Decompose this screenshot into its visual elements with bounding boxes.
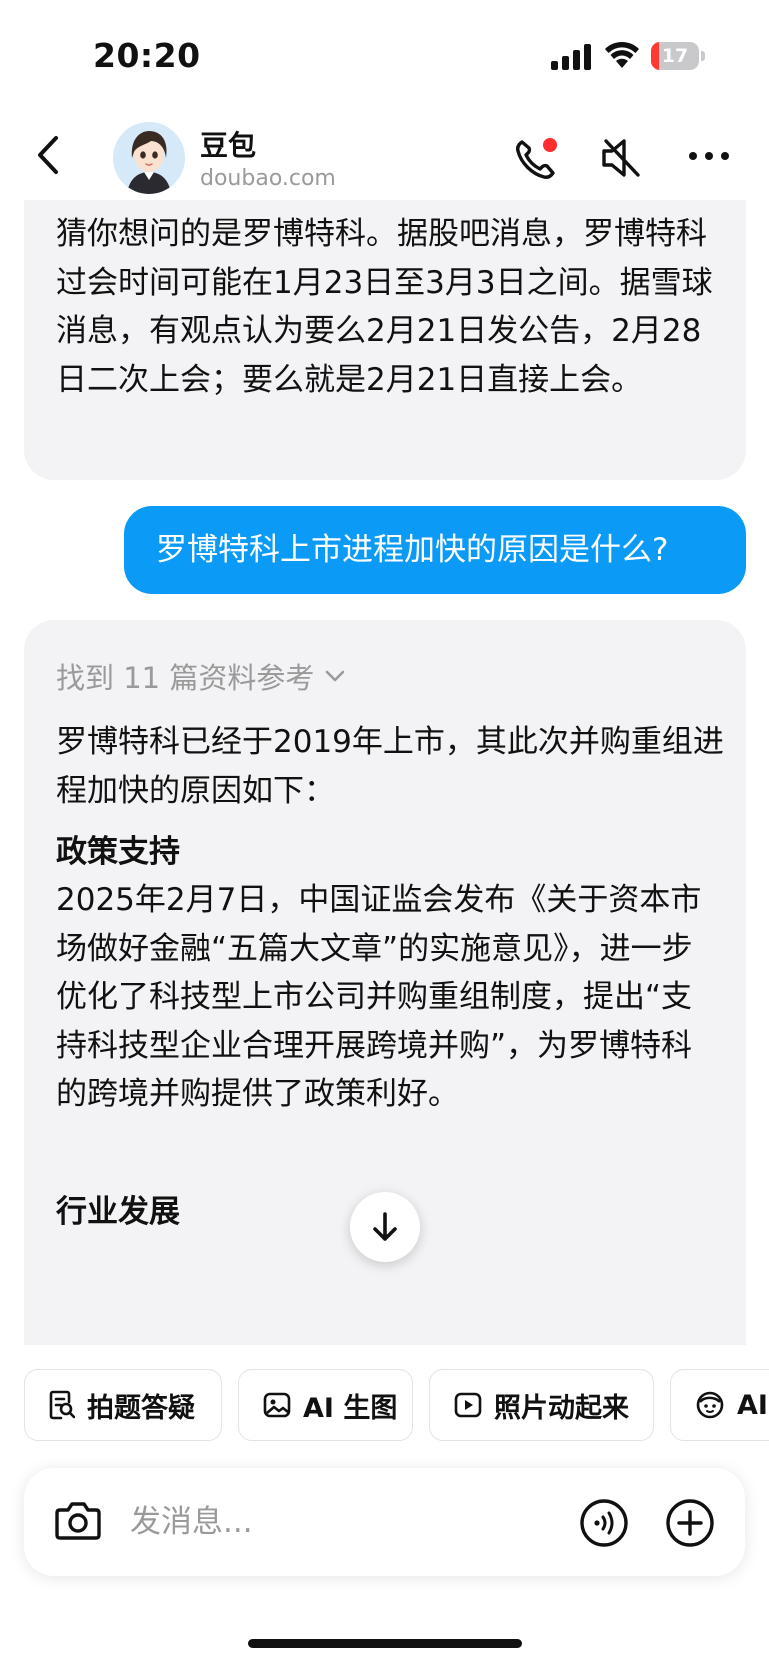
back-icon[interactable] bbox=[30, 132, 66, 178]
message-input[interactable]: 发消息... bbox=[130, 1468, 253, 1576]
scroll-to-bottom-button[interactable] bbox=[350, 1192, 420, 1262]
avatar-girl-icon bbox=[113, 122, 185, 194]
arrow-down-icon bbox=[373, 1212, 397, 1241]
image-icon bbox=[263, 1392, 291, 1418]
quick-actions-bar[interactable]: 拍题答疑 AI 生图 照片动起来 AI bbox=[0, 1345, 769, 1445]
face-icon bbox=[696, 1391, 724, 1419]
bot-name: 豆包 bbox=[200, 129, 257, 162]
references-label: 找到 11 篇资料参考 bbox=[56, 661, 315, 695]
user-message-bubble: 罗博特科上市进程加快的原因是什么? bbox=[124, 506, 746, 594]
bot-message-text: 猜你想问的是罗博特科。据股吧消息，罗博特科过会时间可能在1月23日至3月3日之间… bbox=[56, 216, 713, 398]
add-icon[interactable] bbox=[665, 1498, 715, 1548]
quick-action-animate-photo[interactable]: 照片动起来 bbox=[429, 1369, 654, 1441]
call-notification-dot bbox=[543, 138, 557, 152]
avatar[interactable] bbox=[113, 122, 185, 194]
answer-intro: 罗博特科已经于2019年上市，其此次并购重组进程加快的原因如下： bbox=[56, 724, 724, 809]
references-toggle[interactable]: 找到 11 篇资料参考 bbox=[56, 656, 346, 696]
play-icon bbox=[454, 1392, 482, 1418]
quick-action-label: 拍题答疑 bbox=[87, 1392, 195, 1424]
battery-indicator: 17 bbox=[651, 42, 705, 70]
wifi-icon bbox=[605, 41, 639, 68]
quick-action-label: 照片动起来 bbox=[494, 1392, 629, 1424]
chat-messages[interactable]: 猜你想问的是罗博特科。据股吧消息，罗博特科过会时间可能在1月23日至3月3日之间… bbox=[0, 200, 769, 1345]
answer-heading-policy: 政策支持 bbox=[56, 834, 180, 870]
cellular-signal-icon bbox=[551, 44, 591, 70]
quick-action-photo-question[interactable]: 拍题答疑 bbox=[24, 1369, 222, 1441]
answer-heading-industry: 行业发展 bbox=[56, 1194, 180, 1230]
quick-action-label: AI bbox=[737, 1389, 768, 1421]
quick-action-ai-face[interactable]: AI bbox=[670, 1369, 769, 1441]
status-bar: 20:20 17 bbox=[0, 0, 769, 110]
battery-level: 17 bbox=[661, 45, 689, 67]
photo-question-icon bbox=[49, 1390, 75, 1420]
speaker-muted-icon[interactable] bbox=[600, 135, 644, 181]
quick-action-label: AI 生图 bbox=[303, 1392, 398, 1424]
camera-icon[interactable] bbox=[54, 1498, 102, 1542]
home-indicator bbox=[248, 1639, 522, 1648]
voice-input-icon[interactable] bbox=[579, 1498, 629, 1548]
user-message-text: 罗博特科上市进程加快的原因是什么? bbox=[156, 532, 669, 568]
chevron-down-icon bbox=[326, 670, 345, 682]
answer-policy-text: 2025年2月7日，中国证监会发布《关于资本市场做好金融“五篇大文章”的实施意见… bbox=[56, 882, 702, 1112]
bot-domain: doubao.com bbox=[200, 166, 336, 191]
message-input-bar: 发消息... bbox=[24, 1468, 745, 1576]
more-options-icon[interactable] bbox=[686, 146, 732, 166]
chat-header: 豆包 doubao.com bbox=[0, 110, 769, 200]
quick-action-ai-image[interactable]: AI 生图 bbox=[238, 1369, 413, 1441]
status-time: 20:20 bbox=[93, 36, 201, 75]
